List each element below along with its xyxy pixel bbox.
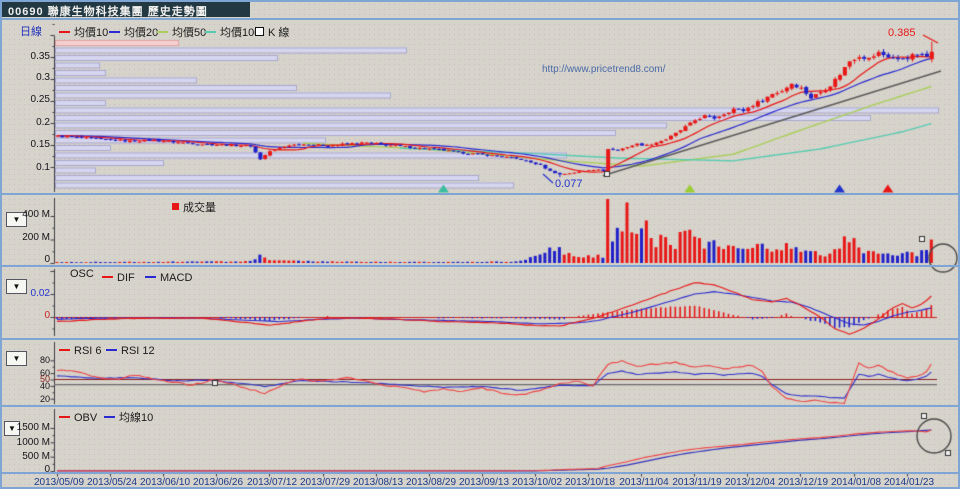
price-axis-label: 0.1 — [4, 162, 50, 173]
legend-ma50: 均價50 — [157, 23, 206, 41]
title-separator — [2, 18, 960, 20]
ma20-dash-icon — [109, 31, 120, 33]
obv-axis-label: 1000 M — [4, 437, 50, 448]
dif-dash-icon — [102, 276, 113, 278]
obv-axis-label: 1500 M — [4, 422, 50, 433]
low-price-annotation: 0.077 — [555, 178, 583, 190]
obv-dash-icon — [59, 416, 70, 418]
macd-legend-dif: DIF — [102, 268, 135, 286]
rsi-axis-label: 40 — [4, 381, 50, 391]
price-axis-label: 0.3 — [4, 72, 50, 83]
macd-legend-macd: MACD — [145, 268, 192, 286]
volume-square-icon — [172, 203, 179, 210]
panel-separator — [2, 338, 960, 340]
date-label: 2014/01/23 — [877, 477, 941, 488]
macd-dash-icon — [145, 276, 156, 278]
ma100-dash-icon — [205, 31, 216, 33]
volume-axis-label: 0 — [4, 254, 50, 265]
mode-label-daily[interactable]: 日線 — [20, 23, 42, 39]
obv-axis-label: 500 M — [4, 451, 50, 462]
watermark-url: http://www.pricetrend8.com/ — [542, 64, 665, 75]
legend-ma100: 均價100 — [205, 23, 260, 41]
macd-axis-label: 0.02 — [4, 288, 50, 299]
macd-legend-osc: OSC — [70, 268, 94, 280]
kline-square-icon — [255, 27, 264, 36]
stock-chart-app: 00690 聯康生物科技集團 歷史走勢圖 日線 均價10 均價20 均價50 均… — [0, 0, 960, 489]
title-bar: 00690 聯康生物科技集團 歷史走勢圖 — [2, 2, 250, 17]
rsi6-legend: RSI 6 — [59, 341, 102, 359]
panel-separator — [2, 265, 960, 267]
rsi-axis-label: 20 — [4, 394, 50, 404]
obv-ma10-legend: 均線10 — [104, 408, 153, 426]
macd-axis-label: 0 — [4, 310, 50, 321]
volume-legend: 成交量 — [172, 198, 216, 216]
panel-separator — [2, 472, 960, 474]
rsi12-legend: RSI 12 — [106, 341, 155, 359]
price-axis-label: 0.25 — [4, 94, 50, 105]
ma50-dash-icon — [157, 31, 168, 33]
high-price-annotation: 0.385 — [888, 27, 916, 39]
panel-separator — [2, 405, 960, 407]
legend-kline: K 線 — [255, 23, 289, 41]
legend-ma10: 均價10 — [59, 23, 108, 41]
obv-ma10-dash-icon — [104, 416, 115, 418]
volume-axis-label: 400 M — [4, 209, 50, 220]
obv-legend: OBV — [59, 408, 97, 426]
page-title: 00690 聯康生物科技集團 歷史走勢圖 — [8, 3, 208, 19]
legend-ma20: 均價20 — [109, 23, 158, 41]
obv-axis-label: 0 — [4, 464, 50, 475]
volume-axis-label: 200 M — [4, 232, 50, 243]
rsi-axis-label: 80 — [4, 355, 50, 365]
price-axis-label: 0.2 — [4, 117, 50, 128]
panel-separator — [2, 193, 960, 195]
price-axis-label: 0.15 — [4, 139, 50, 150]
rsi6-dash-icon — [59, 349, 70, 351]
price-axis-label: 0.35 — [4, 51, 50, 62]
ma10-dash-icon — [59, 31, 70, 33]
rsi12-dash-icon — [106, 349, 117, 351]
